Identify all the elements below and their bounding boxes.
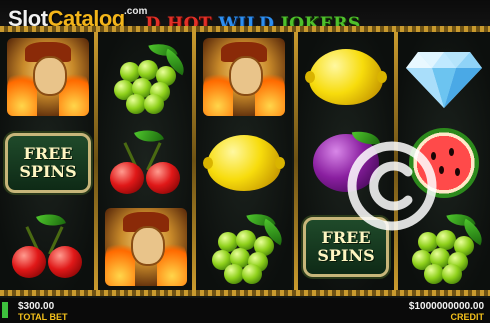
bottom-rail [0,290,490,296]
free-spins-line2: SPINS [19,162,77,181]
free-spins-line2: SPINS [317,246,375,265]
lemon-icon [305,49,387,105]
joker-icon [203,38,285,116]
symbol-grapes [198,206,290,288]
diamond-icon [406,52,482,108]
symbol-joker [198,36,290,118]
free-spins-badge: FREE SPINS [5,133,91,193]
symbol-cherries [2,206,94,288]
grapes-icon [106,38,191,114]
symbol-cherries [100,122,192,204]
joker-icon [7,38,89,116]
total-bet-label: TOTAL BET [18,312,68,322]
free-spins-line1: FREE [23,144,73,163]
symbol-diamond [398,36,490,118]
cherries-icon [106,124,186,200]
cherries-icon [8,208,88,284]
joker-icon [105,208,187,286]
grapes-icon [204,208,289,284]
menu-icon[interactable] [2,302,8,318]
symbol-joker [2,36,94,118]
symbol-lemon [300,36,392,118]
symbol-grapes [100,36,192,118]
credit-value: $1000000000.00 [408,301,484,312]
lemon-icon [203,135,285,191]
copyright-icon [347,141,437,231]
credit-label: CREDIT [450,312,485,322]
symbol-free-spins: FREE SPINS [2,122,94,204]
symbol-lemon [198,122,290,204]
symbol-joker [100,206,192,288]
total-bet-value: $300.00 [18,301,55,312]
